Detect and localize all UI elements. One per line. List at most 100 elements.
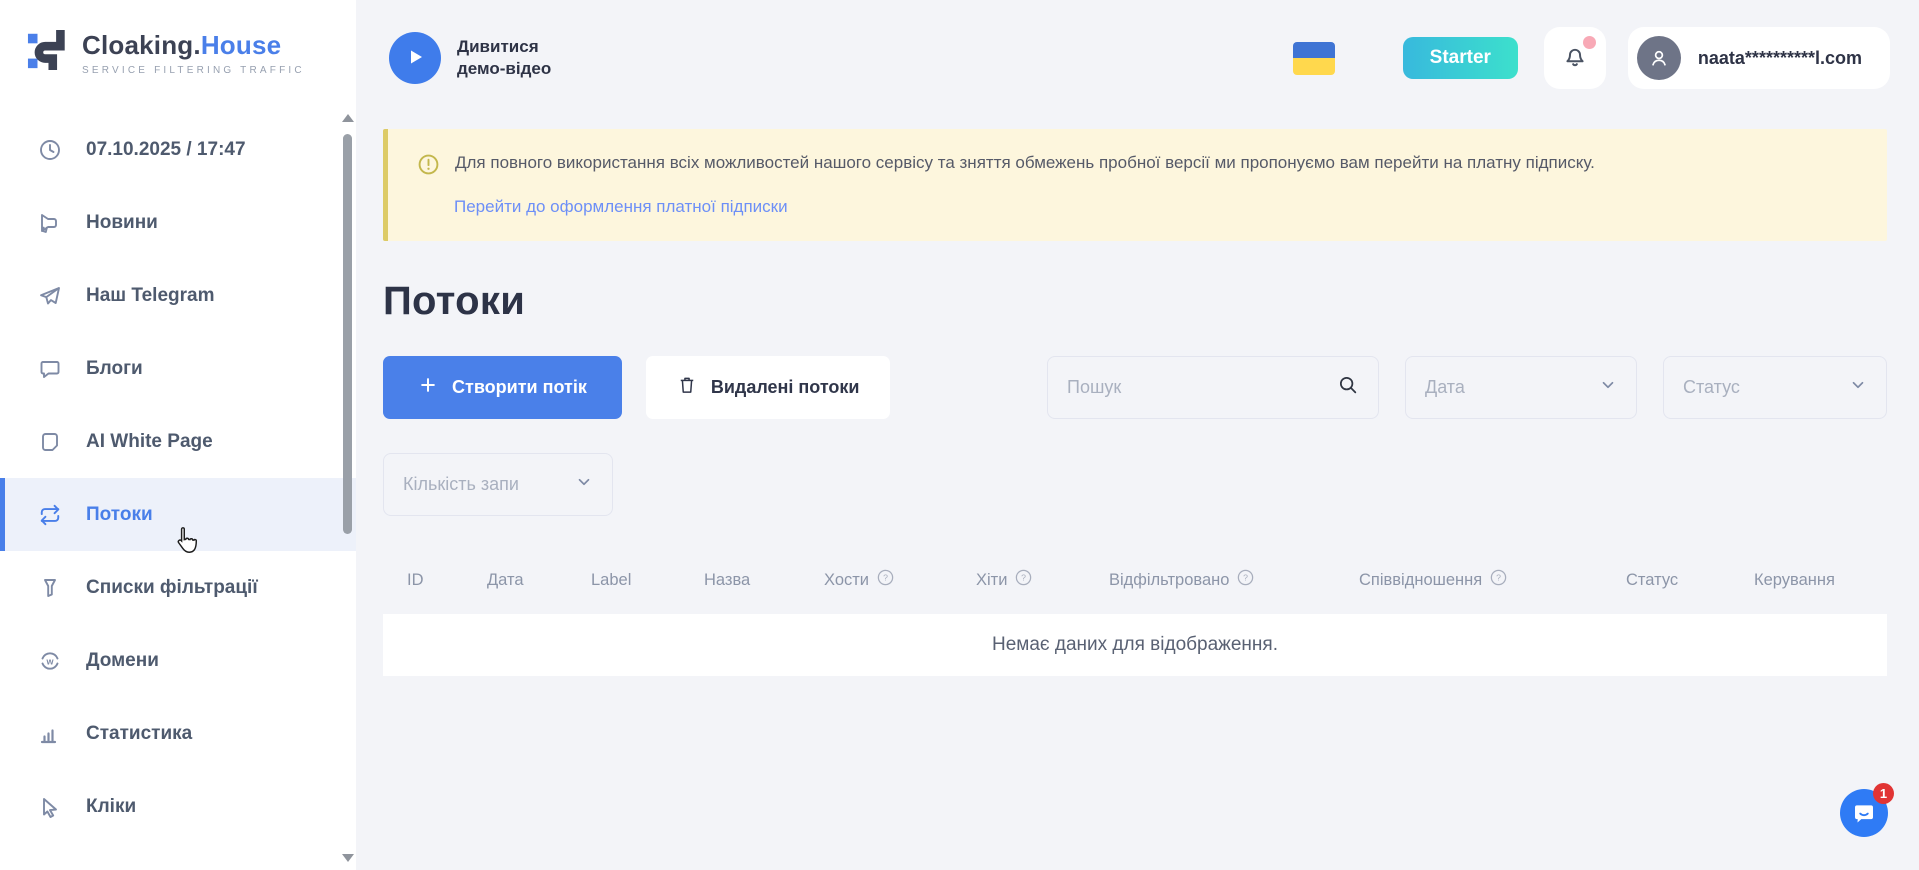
sidebar-item-label: Новини	[86, 212, 158, 234]
col-label: Label	[591, 571, 704, 590]
sidebar-item-statistics[interactable]: Статистика	[0, 697, 356, 770]
page-title: Потоки	[383, 279, 1887, 324]
sidebar-nav: 07.10.2025 / 17:47 Новини Наш Telegram Б…	[0, 113, 356, 843]
telegram-icon	[38, 284, 62, 308]
play-icon	[405, 47, 425, 70]
date-filter-dropdown[interactable]: Дата	[1405, 356, 1637, 419]
toolbar: Створити потік Видалені потоки	[383, 356, 1887, 419]
sidebar-item-news[interactable]: Новини	[0, 186, 356, 259]
help-icon[interactable]: ?	[1489, 568, 1508, 592]
sidebar-item-domains[interactable]: w Домени	[0, 624, 356, 697]
app-root: Cloaking.House SERVICE FILTERING TRAFFIC…	[0, 0, 1919, 870]
svg-text:?: ?	[883, 573, 888, 583]
scrollbar-up-arrow[interactable]	[342, 114, 354, 122]
sidebar-item-label: 07.10.2025 / 17:47	[86, 139, 246, 161]
play-demo-button[interactable]	[389, 32, 441, 84]
col-ratio: Співвідношення ?	[1359, 568, 1626, 592]
sidebar-item-label: Наш Telegram	[86, 285, 214, 307]
user-menu[interactable]: naata**********l.com	[1628, 27, 1890, 89]
chat-widget-button[interactable]: 1	[1840, 789, 1888, 837]
col-date: Дата	[487, 571, 591, 590]
col-name: Назва	[704, 571, 824, 590]
svg-text:?: ?	[1244, 573, 1249, 583]
brand-logo-icon	[27, 26, 69, 79]
flag-blue-stripe	[1293, 42, 1335, 59]
sidebar-item-ai-white-page[interactable]: AI White Page	[0, 405, 356, 478]
main-area: Дивитися демо-відео Starter	[356, 0, 1919, 870]
col-manage: Керування	[1754, 571, 1887, 590]
table-header-row: ID Дата Label Назва Хости ? Хіти ? Відфі…	[383, 560, 1887, 600]
sidebar-item-streams[interactable]: Потоки	[0, 478, 356, 551]
search-box[interactable]	[1047, 356, 1379, 419]
brand-logo-text: Cloaking.House SERVICE FILTERING TRAFFIC	[82, 30, 305, 76]
search-input[interactable]	[1067, 377, 1317, 398]
scrollbar-down-arrow[interactable]	[342, 854, 354, 862]
svg-text:?: ?	[1022, 573, 1027, 583]
brand-tagline: SERVICE FILTERING TRAFFIC	[82, 65, 305, 76]
megaphone-icon	[38, 211, 62, 235]
help-icon[interactable]: ?	[876, 568, 895, 592]
notification-dot	[1583, 36, 1596, 49]
toolbar-secondary: Кількість запи	[383, 453, 1887, 516]
sidebar: Cloaking.House SERVICE FILTERING TRAFFIC…	[0, 0, 356, 870]
col-filtered: Відфільтровано ?	[1109, 568, 1359, 592]
chevron-down-icon	[575, 473, 593, 496]
status-filter-dropdown[interactable]: Статус	[1663, 356, 1887, 419]
sidebar-item-label: Потоки	[86, 504, 153, 526]
sidebar-item-label: Блоги	[86, 358, 143, 380]
trash-icon	[677, 375, 697, 400]
sidebar-item-datetime: 07.10.2025 / 17:47	[0, 113, 356, 186]
col-id: ID	[407, 571, 487, 590]
sidebar-item-clicks[interactable]: Кліки	[0, 770, 356, 843]
language-flag-ukraine[interactable]	[1293, 42, 1335, 75]
per-page-label: Кількість запи	[403, 474, 519, 495]
streams-repeat-icon	[38, 503, 62, 527]
notifications-button[interactable]	[1544, 27, 1606, 89]
banner-text: Для повного використання всіх можливосте…	[455, 151, 1595, 181]
chat-unread-badge: 1	[1873, 783, 1894, 804]
funnel-icon	[38, 576, 62, 600]
empty-state-text: Немає даних для відображення.	[992, 634, 1278, 656]
col-hits: Хіти ?	[976, 568, 1109, 592]
col-status: Статус	[1626, 571, 1754, 590]
page-content: Для повного використання всіх можливосте…	[356, 116, 1919, 870]
bar-chart-icon	[38, 722, 62, 746]
svg-text:?: ?	[1496, 573, 1501, 583]
domain-globe-icon: w	[38, 649, 62, 673]
streams-table: ID Дата Label Назва Хости ? Хіти ? Відфі…	[383, 560, 1887, 676]
clock-icon	[38, 138, 62, 162]
plan-badge[interactable]: Starter	[1403, 37, 1518, 79]
col-hosts: Хости ?	[824, 568, 976, 592]
demo-video[interactable]: Дивитися демо-відео	[389, 32, 551, 84]
sidebar-item-label: Списки фільтрації	[86, 577, 258, 599]
deleted-streams-button[interactable]: Видалені потоки	[646, 356, 891, 419]
demo-video-label: Дивитися демо-відео	[457, 36, 551, 80]
user-email: naata**********l.com	[1698, 48, 1862, 69]
upgrade-subscription-link[interactable]: Перейти до оформлення платної підписки	[454, 197, 788, 217]
flag-yellow-stripe	[1293, 58, 1335, 75]
per-page-dropdown[interactable]: Кількість запи	[383, 453, 613, 516]
create-stream-button[interactable]: Створити потік	[383, 356, 622, 419]
sidebar-item-label: AI White Page	[86, 431, 213, 453]
chat-bubble-icon	[38, 357, 62, 381]
cursor-arrow-icon	[38, 795, 62, 819]
brand-logo[interactable]: Cloaking.House SERVICE FILTERING TRAFFIC	[0, 0, 356, 79]
plus-icon	[418, 375, 438, 400]
scrollbar-thumb[interactable]	[343, 134, 352, 534]
sidebar-item-label: Домени	[86, 650, 159, 672]
sidebar-item-filter-lists[interactable]: Списки фільтрації	[0, 551, 356, 624]
help-icon[interactable]: ?	[1236, 568, 1255, 592]
chevron-down-icon	[1599, 376, 1617, 399]
sidebar-item-blogs[interactable]: Блоги	[0, 332, 356, 405]
help-icon[interactable]: ?	[1014, 568, 1033, 592]
topbar-right: Starter naata**********l.com	[1293, 27, 1890, 89]
sidebar-item-telegram[interactable]: Наш Telegram	[0, 259, 356, 332]
sidebar-scrollbar[interactable]	[343, 96, 353, 868]
date-filter-label: Дата	[1425, 377, 1465, 398]
sidebar-item-label: Кліки	[86, 796, 136, 818]
status-filter-label: Статус	[1683, 377, 1740, 398]
document-icon	[38, 430, 62, 454]
brand-name: Cloaking.House	[82, 30, 305, 61]
trial-warning-banner: Для повного використання всіх можливосте…	[383, 129, 1887, 241]
avatar	[1637, 36, 1681, 80]
